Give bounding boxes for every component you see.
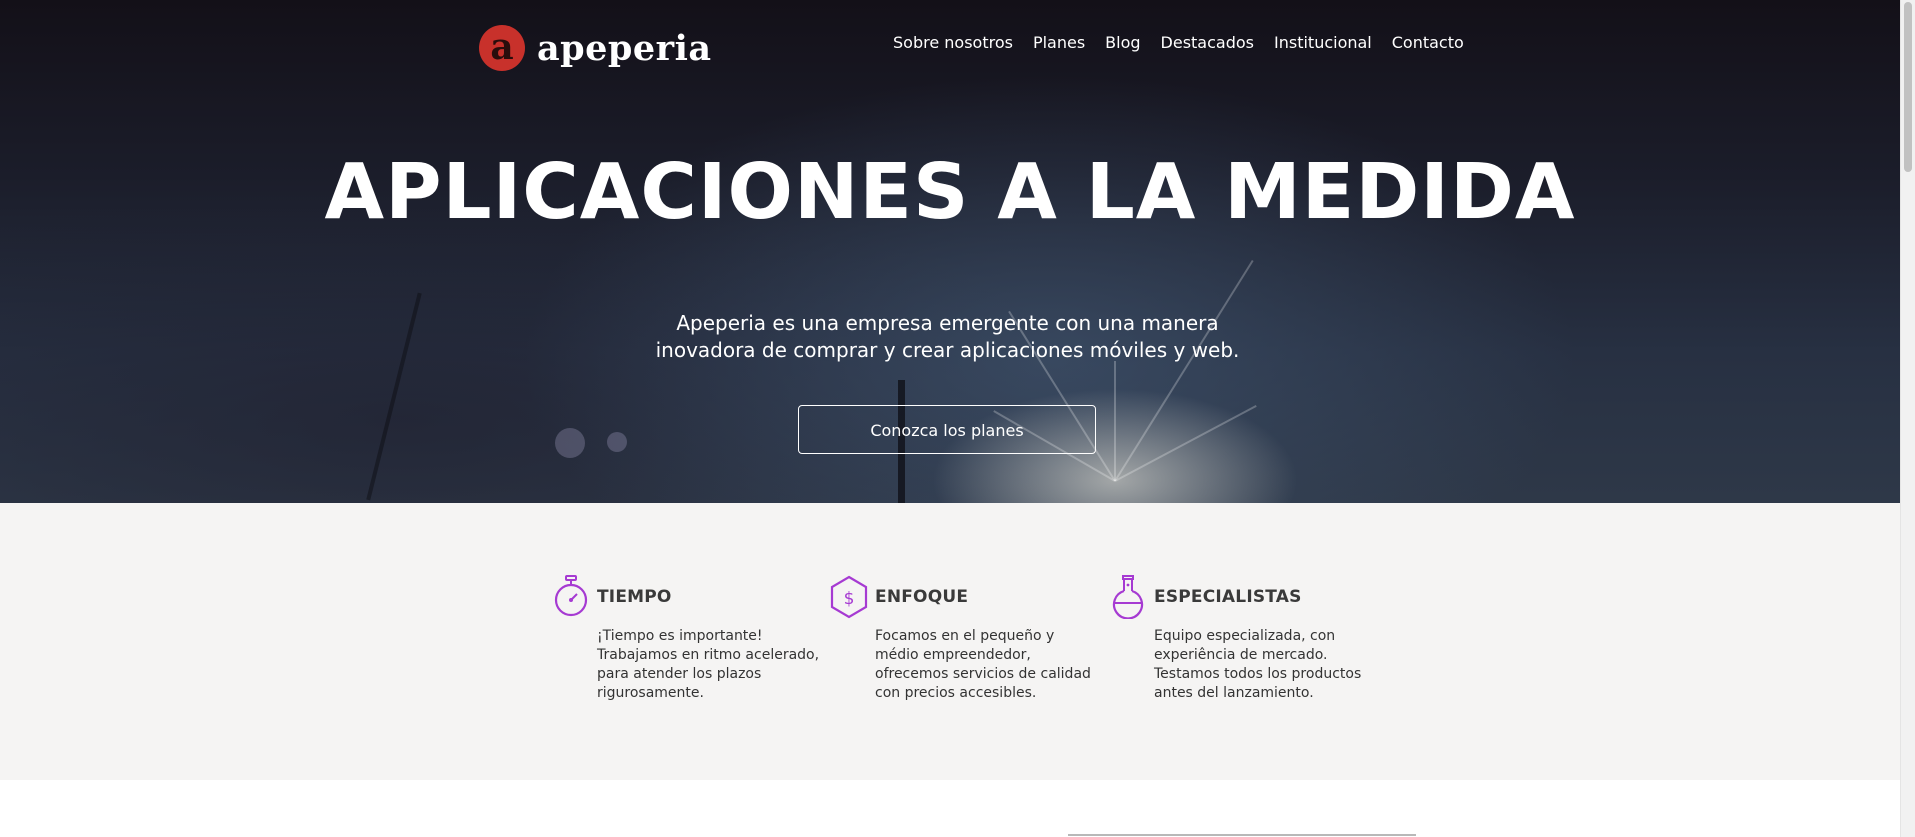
feature-text: ¡Tiempo es importante! Trabajamos en rit… [597,628,820,701]
nav-item-contacto[interactable]: Contacto [1392,33,1464,52]
next-section-edge [1068,834,1416,836]
light-ray [1114,361,1116,481]
hero-section: a apeperia Sobre nosotros Planes Blog De… [0,0,1900,503]
crane-silhouette [366,292,422,501]
features-section: TIEMPO ¡Tiempo es importante! Trabajamos… [0,503,1900,780]
logo-mark-icon: a [479,25,525,71]
feature-title: TIEMPO [597,587,672,607]
view-plans-button[interactable]: Conozca los planes [798,405,1096,454]
hero-title: APLICACIONES A LA MEDIDA [324,148,1576,237]
nav-item-destacados[interactable]: Destacados [1161,33,1254,52]
light-ray [1114,259,1254,482]
lens-flare [555,428,585,458]
lens-flare [607,432,627,452]
page: a apeperia Sobre nosotros Planes Blog De… [0,0,1900,837]
feature-text: Equipo especializada, con experiência de… [1154,628,1362,701]
nav-item-blog[interactable]: Blog [1105,33,1140,52]
stopwatch-icon [554,575,588,617]
hero-subtitle: Apeperia es una empresa emergente con un… [655,311,1240,362]
dollar-hexagon-icon: $ [830,575,868,619]
scrollbar-thumb[interactable] [1904,2,1912,172]
feature-text: Focamos en el pequeño y médio empreended… [875,628,1091,701]
brand-name: apeperia [537,27,712,69]
nav-item-planes[interactable]: Planes [1033,33,1085,52]
brand-logo[interactable]: a apeperia [479,25,712,71]
feature-title: ENFOQUE [875,587,969,607]
nav-item-sobre-nosotros[interactable]: Sobre nosotros [893,33,1013,52]
svg-text:$: $ [844,589,855,609]
nav-item-institucional[interactable]: Institucional [1274,33,1372,52]
page-scrollbar[interactable] [1900,0,1915,837]
feature-title: ESPECIALISTAS [1154,587,1302,607]
main-nav: Sobre nosotros Planes Blog Destacados In… [893,33,1464,52]
flask-icon [1112,575,1144,619]
